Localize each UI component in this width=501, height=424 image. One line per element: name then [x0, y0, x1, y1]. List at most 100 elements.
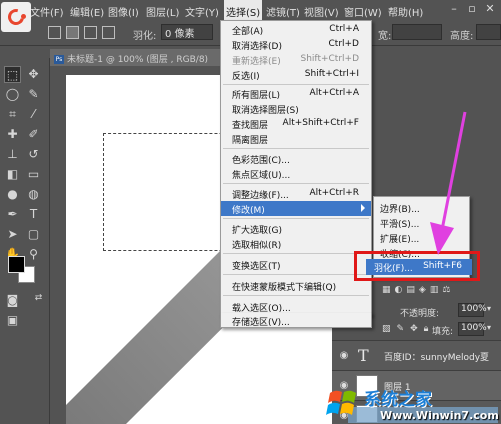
menu-item-deselect-layers[interactable]: 取消选择图层(S) [221, 101, 371, 116]
adjustment-icon-4[interactable]: ◈ [419, 285, 426, 299]
menu-window[interactable]: 窗口(W) [344, 4, 382, 19]
crop-tool-icon[interactable]: ⌗ [4, 106, 21, 123]
adjustment-icons-row: ▦ ◐ ▤ ◈ ▥ ⚖ [382, 285, 500, 299]
adjustment-icon-5[interactable]: ▥ [430, 285, 439, 299]
document-tab-title: 未标题-1 @ 100% (图层 , RGB/8) [67, 55, 209, 65]
foreground-color-swatch[interactable] [8, 256, 25, 273]
adjustment-icon-3[interactable]: ▤ [406, 285, 415, 299]
menu-file[interactable]: 文件(F) [30, 4, 64, 19]
menu-item-select-all[interactable]: 全部(A) Ctrl+A [221, 22, 371, 37]
menu-help[interactable]: 帮助(H) [388, 4, 423, 19]
opacity-label: 不透明度: [400, 309, 440, 319]
feather-label: 羽化: [133, 31, 157, 42]
adjustment-icon-6[interactable]: ⚖ [442, 285, 450, 299]
select-menu-dropdown: 全部(A) Ctrl+A 取消选择(D) Ctrl+D 重新选择(E) Shift+C… [220, 20, 372, 316]
menu-item-save-selection[interactable]: 存储选区(V)... [220, 313, 372, 328]
width-input[interactable] [392, 24, 442, 40]
watermark-url: Www.Winwin7.com [380, 409, 499, 422]
menu-item-refine-edge[interactable]: 调整边缘(F)... Alt+Ctrl+R [221, 186, 371, 201]
watermark-title: 系统之家 [364, 390, 432, 410]
blur-tool-icon[interactable]: ● [4, 186, 21, 203]
shape-tool-icon[interactable]: ▢ [25, 226, 42, 243]
healing-tool-icon[interactable]: ✚ [4, 126, 21, 143]
menu-separator [223, 295, 369, 296]
menu-item-reselect: 重新选择(E) Shift+Ctrl+D [232, 54, 359, 67]
menu-image[interactable]: 图像(I) [108, 4, 139, 19]
layer-name[interactable]: 百度ID：sunnyMelody夏 [384, 350, 489, 363]
menu-item-quick-mask[interactable]: 在快速蒙版模式下编辑(Q) [221, 278, 371, 293]
quick-mask-icon[interactable]: ◙ [4, 292, 21, 309]
minimize-icon[interactable]: – [446, 2, 462, 16]
eyedropper-tool-icon[interactable]: ⁄ [25, 106, 42, 123]
gradient-tool-icon[interactable]: ▭ [25, 166, 42, 183]
history-brush-tool-icon[interactable]: ↺ [25, 146, 42, 163]
menu-item-focus-area[interactable]: 焦点区域(U)... [221, 166, 371, 181]
menu-separator [223, 84, 369, 85]
toolbox: ⬚ ✥ ◯ ✎ ⌗ ⁄ ✚ ✐ ⊥ ↺ ◧ ▭ ● ◍ ✒ T ➤ ▢ ✋ ⚲ … [0, 58, 50, 424]
brush-tool-icon[interactable]: ✐ [25, 126, 42, 143]
add-selection-icon[interactable] [66, 26, 79, 39]
opacity-dropdown-icon[interactable]: ▾ [487, 304, 491, 313]
fill-dropdown-icon[interactable]: ▾ [487, 323, 491, 332]
dodge-tool-icon[interactable]: ◍ [25, 186, 42, 203]
opacity-input[interactable]: 100% [458, 303, 487, 317]
lock-paint-icon[interactable]: ✎ [397, 324, 405, 334]
menu-view[interactable]: 视图(V) [304, 4, 339, 19]
menu-edit[interactable]: 编辑(E) [70, 4, 104, 19]
menu-select[interactable]: 选择(S) [224, 0, 263, 20]
lock-icons-row: ▨ ✎ ✥ 🔒︎ [382, 324, 428, 334]
menu-item-color-range[interactable]: 色彩范围(C)... [221, 151, 371, 166]
menu-type[interactable]: 文字(Y) [185, 4, 219, 19]
intersect-selection-icon[interactable] [102, 26, 115, 39]
menu-separator [223, 218, 369, 219]
lock-move-icon[interactable]: ✥ [410, 324, 418, 334]
menu-item-inverse[interactable]: 反选(I) Shift+Ctrl+I [221, 67, 371, 82]
menu-separator [223, 183, 369, 184]
path-select-tool-icon[interactable]: ➤ [4, 226, 21, 243]
document-tab[interactable]: Ps 未标题-1 @ 100% (图层 , RGB/8) [50, 49, 240, 66]
feather-input[interactable] [161, 24, 213, 40]
pen-tool-icon[interactable]: ✒ [4, 206, 21, 223]
layer-row-text[interactable]: ◉ T 百度ID：sunnyMelody夏 [332, 340, 501, 370]
menu-item-isolate-layers[interactable]: 隔离图层 [221, 131, 371, 146]
watermark: 系统之家 Www.Winwin7.com [324, 385, 501, 424]
lock-pixels-icon[interactable]: ▨ [382, 324, 391, 334]
height-input[interactable] [476, 24, 501, 40]
menu-item-find-layers[interactable]: 查找图层 Alt+Shift+Ctrl+F [221, 116, 371, 131]
menu-separator [223, 148, 369, 149]
menu-layer[interactable]: 图层(L) [146, 4, 179, 19]
fill-input[interactable]: 100% [458, 322, 487, 336]
visibility-eye-icon[interactable]: ◉ [338, 350, 350, 362]
type-tool-icon[interactable]: T [25, 206, 42, 223]
menu-separator [223, 253, 369, 254]
text-layer-icon: T [358, 346, 369, 365]
eraser-tool-icon[interactable]: ◧ [4, 166, 21, 183]
menu-filter[interactable]: 滤镜(T) [266, 4, 300, 19]
subtract-selection-icon[interactable] [84, 26, 97, 39]
zoom-tool-icon[interactable]: ⚲ [25, 246, 42, 263]
menu-item-load-selection[interactable]: 载入选区(O)... [221, 299, 371, 314]
marquee-tool-icon[interactable]: ⬚ [4, 66, 21, 83]
adjustment-icon-1[interactable]: ▦ [382, 285, 391, 299]
new-selection-icon[interactable] [48, 26, 61, 39]
stamp-tool-icon[interactable]: ⊥ [4, 146, 21, 163]
submenu-arrow-icon [361, 204, 365, 212]
photoshop-logo [1, 2, 31, 32]
menu-separator [223, 274, 369, 275]
lasso-tool-icon[interactable]: ◯ [4, 86, 21, 103]
menu-item-transform-selection[interactable]: 变换选区(T) [221, 257, 371, 272]
menu-item-grow[interactable]: 扩大选取(G) [221, 221, 371, 236]
adjustment-icon-2[interactable]: ◐ [395, 285, 403, 299]
menu-item-similar[interactable]: 选取相似(R) [221, 236, 371, 251]
menu-item-all-layers[interactable]: 所有图层(L) Alt+Ctrl+A [221, 86, 371, 101]
menu-bar: 文件(F) 编辑(E) 图像(I) 图层(L) 文字(Y) 选择(S) 滤镜(T… [0, 0, 501, 32]
menu-item-deselect[interactable]: 取消选择(D) Ctrl+D [221, 37, 371, 52]
maximize-icon[interactable]: ▫ [464, 2, 480, 16]
swap-colors-icon[interactable]: ⇄ [30, 290, 47, 307]
menu-item-modify[interactable]: 修改(M) [221, 201, 371, 216]
screen-mode-icon[interactable]: ▣ [4, 312, 21, 329]
close-icon[interactable]: ✕ [482, 2, 498, 16]
lock-all-icon[interactable]: 🔒︎ [424, 324, 429, 334]
move-tool-icon[interactable]: ✥ [25, 66, 42, 83]
quick-select-tool-icon[interactable]: ✎ [25, 86, 42, 103]
